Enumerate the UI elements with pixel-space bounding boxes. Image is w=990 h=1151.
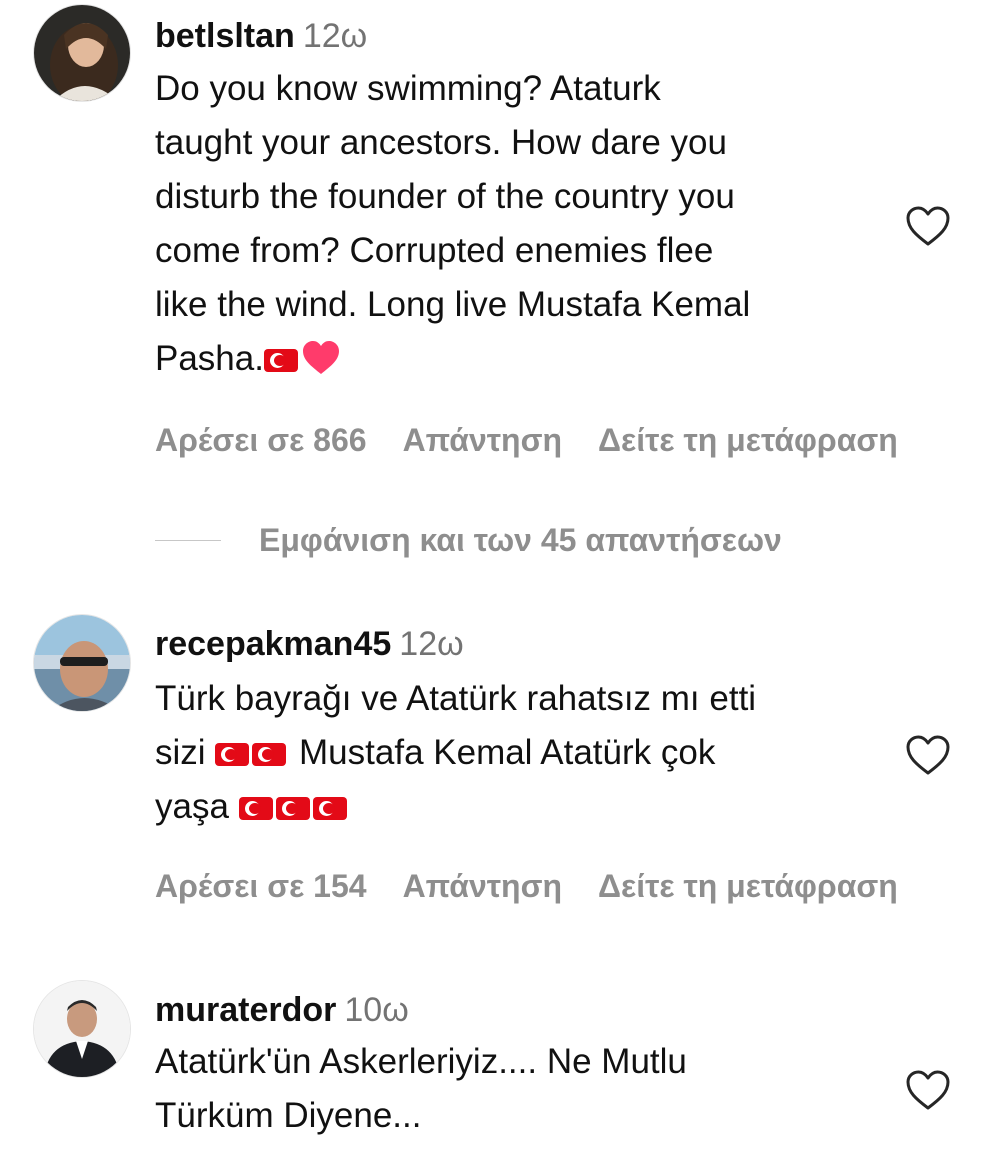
divider — [155, 540, 221, 541]
comment-text: Türk bayrağı ve Atatürk rahatsız mı etti… — [155, 672, 885, 834]
avatar-photo — [34, 5, 130, 101]
heart-outline-icon[interactable] — [904, 1068, 952, 1112]
turkish-flag-emoji — [263, 349, 298, 372]
comment-line-2: sizi Mustafa Kemal Atatürk çok — [155, 726, 885, 780]
likes-count[interactable]: Αρέσει σε 866 — [155, 422, 367, 458]
comment-actions: Αρέσει σε 154 Απάντηση Δείτε τη μετάφραση — [155, 866, 934, 906]
likes-count[interactable]: Αρέσει σε 154 — [155, 868, 367, 904]
comment-line: Mustafa Kemal Atatürk çok — [299, 733, 716, 772]
comment-header: muraterdor 10ω — [155, 990, 409, 1030]
comment-line-3: yaşa — [155, 780, 885, 834]
comment-line: disturb the founder of the country you — [155, 177, 735, 216]
comment-line: sizi — [155, 733, 206, 772]
timestamp: 12ω — [302, 17, 368, 55]
avatar[interactable] — [33, 980, 131, 1078]
comment-line: yaşa — [155, 787, 229, 826]
username[interactable]: recepakman45 — [155, 625, 391, 663]
avatar[interactable] — [33, 4, 131, 102]
timestamp: 10ω — [344, 991, 409, 1029]
turkish-flag-emoji — [215, 743, 250, 766]
avatar-photo — [34, 981, 130, 1077]
comment-header: recepakman45 12ω — [155, 624, 464, 664]
avatar[interactable] — [33, 614, 131, 712]
heart-outline-icon[interactable] — [904, 204, 952, 248]
reply-button[interactable]: Απάντηση — [403, 868, 562, 904]
comment-line: taught your ancestors. How dare you — [155, 123, 727, 162]
comment-line-last: Pasha. — [155, 332, 885, 386]
comment-line: Atatürk'ün Askerleriyiz.... Ne Mutlu — [155, 1042, 687, 1081]
comment-line: like the wind. Long live Mustafa Kemal — [155, 285, 751, 324]
comment-line: Türküm Diyene... — [155, 1096, 422, 1135]
comment-text: Atatürk'ün Askerleriyiz.... Ne Mutlu Tür… — [155, 1035, 885, 1143]
username[interactable]: muraterdor — [155, 991, 336, 1029]
comment-line: come from? Corrupted enemies flee — [155, 231, 714, 270]
heart-outline-icon[interactable] — [904, 733, 952, 777]
turkish-flag-emoji — [252, 743, 287, 766]
avatar-photo — [34, 615, 130, 711]
translate-button[interactable]: Δείτε τη μετάφραση — [598, 868, 898, 904]
turkish-flag-emoji — [312, 797, 347, 820]
comment-line: Türk bayrağı ve Atatürk rahatsız mı etti — [155, 679, 757, 718]
red-heart-emoji — [302, 341, 339, 374]
comment-line: Do you know swimming? Ataturk — [155, 69, 661, 108]
turkish-flag-emoji — [275, 797, 310, 820]
reply-button[interactable]: Απάντηση — [403, 422, 562, 458]
comment-text: Do you know swimming? Ataturk taught you… — [155, 62, 885, 386]
timestamp: 12ω — [399, 625, 464, 663]
comment-line: Pasha. — [155, 339, 264, 378]
translate-button[interactable]: Δείτε τη μετάφραση — [598, 422, 898, 458]
username[interactable]: betlsltan — [155, 17, 295, 55]
turkish-flag-emoji — [238, 797, 273, 820]
comment-actions: Αρέσει σε 866 Απάντηση Δείτε τη μετάφραση — [155, 420, 934, 460]
view-replies-label[interactable]: Εμφάνιση και των 45 απαντήσεων — [259, 520, 782, 560]
comment-header: betlsltan 12ω — [155, 16, 367, 56]
